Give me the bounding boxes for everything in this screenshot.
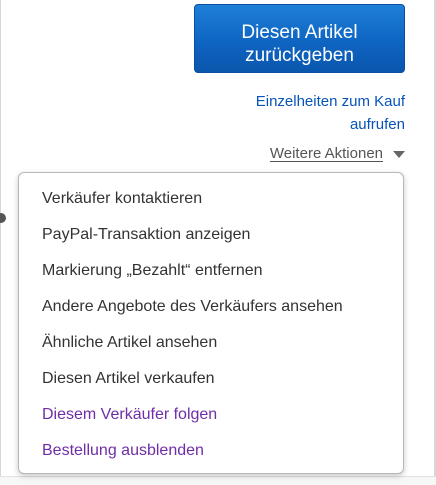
details-link-line2: aufrufen [349,116,405,133]
menu-item-hide-order[interactable]: Bestellung ausblenden [19,435,403,471]
return-button-label-line1: Diesen Artikel [241,21,358,43]
return-item-button[interactable]: Diesen Artikel zurückgeben [194,4,405,73]
left-panel-edge [0,0,1,485]
menu-item-remove-paid-mark[interactable]: Markierung „Bezahlt“ entfernen [19,255,403,291]
menu-item-follow-seller[interactable]: Diesem Verkäufer folgen [19,399,403,435]
details-link-line1: Einzelheiten zum Kauf [255,93,405,110]
return-button-label-line2: zurückgeben [245,44,354,66]
bottom-panel-edge [0,476,436,485]
menu-item-similar-items[interactable]: Ähnliche Artikel ansehen [19,327,403,363]
menu-item-contact-seller[interactable]: Verkäufer kontaktieren [19,183,403,219]
menu-item-sell-this-item[interactable]: Diesen Artikel verkaufen [19,363,403,399]
more-actions-toggle[interactable]: Weitere Aktionen [270,145,405,162]
view-purchase-details-link[interactable]: Einzelheiten zum Kauf aufrufen [205,90,405,136]
partial-icon [0,213,6,223]
more-actions-label: Weitere Aktionen [269,145,383,162]
menu-item-view-paypal-transaction[interactable]: PayPal-Transaktion anzeigen [19,219,403,255]
more-actions-menu: Verkäufer kontaktieren PayPal-Transaktio… [18,172,404,474]
menu-item-seller-other-listings[interactable]: Andere Angebote des Verkäufers ansehen [19,291,403,327]
caret-down-icon [393,151,405,158]
